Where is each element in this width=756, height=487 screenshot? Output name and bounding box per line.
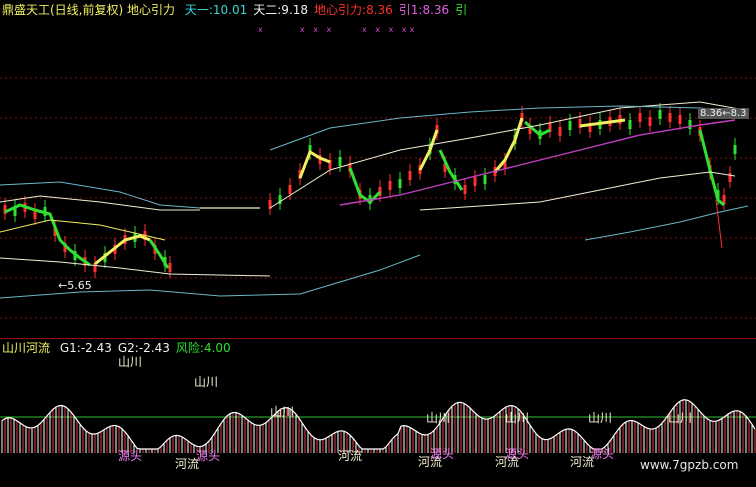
candle-body [398,179,402,188]
sub-indicator-values: G1:-2.43 G2:-2.43 风险:4.00 [54,341,231,355]
signal-marker: x [258,25,266,34]
bull-segment [579,118,626,128]
last-price-label: 8.36←8.3 [698,108,749,119]
low-price-label: ←5.65 [58,279,92,292]
stock-title: 鼎盛天工(日线,前复权) [2,3,124,17]
signal-label-mountain: 山川 [194,375,218,389]
bear-segment [348,167,382,204]
sub-value-1: G2:-2.43 [117,341,170,355]
band-top-cyan [269,105,749,151]
signal-label-source: 源头 [505,447,529,461]
signal-label-source: 源头 [590,447,614,461]
candle-body [388,181,392,190]
sub-indicator-name: 山川河流 [2,341,51,355]
candle-body [168,263,172,272]
signal-label-mountain: 山川 [270,405,294,419]
signal-label-source: 源头 [430,447,454,461]
band-lower2-cyan [584,205,749,241]
signal-label-mountain: 山川 [426,411,450,425]
candle-body [558,127,562,136]
candle-body [728,173,732,182]
candle-body [658,110,662,119]
band-upper-cyan [0,181,201,209]
bear-segment [4,203,91,267]
bull-segment [418,129,439,171]
candle-body [638,113,642,122]
candle-body [473,177,477,186]
indicator-name: 地心引力 [127,3,176,17]
watermark: www.7gpzb.com [640,458,739,472]
signal-label-source: 源头 [196,449,220,463]
bull-segment [493,117,524,173]
sub-value-2: 风险:4.00 [175,341,231,355]
candle-body [678,115,682,124]
candle-body [463,185,467,194]
candle-body [733,145,737,154]
candle-body [408,171,412,180]
signal-marker: x x x xx [362,25,418,34]
candle-body [628,120,632,129]
signal-label-mountain: 山川 [118,355,142,369]
signal-label-mountain: 山川 [505,411,529,425]
indicator-values: 天一:10.01 天二:9.18 地心引力:8.36 引1:8.36 引 [179,3,467,17]
bull-segment [298,149,331,179]
chart-header: 鼎盛天工(日线,前复权) 地心引力 天一:10.01 天二:9.18 地心引力:8.… [2,3,467,17]
candle-body [648,117,652,126]
sub-chart-header: 山川河流 G1:-2.43 G2:-2.43 风险:4.00 [2,341,231,355]
candle-body [568,121,572,130]
signal-label-river: 河流 [338,449,362,463]
candle-body [483,175,487,184]
main-value-4: 引 [455,3,468,17]
price-chart[interactable] [0,0,756,338]
oscillator-line [1,399,756,450]
signal-marker: x x x [300,25,335,34]
candle-body [288,185,292,194]
main-value-0: 天一:10.01 [184,3,248,17]
bull-segment [94,234,151,266]
candle-body [668,113,672,122]
bear-segment [698,129,725,207]
candle-body [338,157,342,166]
candle-wick [715,199,723,249]
main-chart-panel[interactable]: 鼎盛天工(日线,前复权) 地心引力 天一:10.01 天二:9.18 地心引力:8.… [0,0,756,338]
band-lower-white [0,257,271,277]
main-value-2: 地心引力:8.36 [314,3,393,17]
main-value-1: 天二:9.18 [253,3,309,17]
candle-body [688,120,692,129]
signal-label-source: 源头 [118,449,142,463]
main-value-3: 引1:8.36 [398,3,450,17]
signal-label-mountain: 山川 [668,411,692,425]
signal-label-mountain: 山川 [588,411,612,425]
sub-value-0: G1:-2.43 [59,341,112,355]
signal-label-river: 河流 [175,457,199,471]
